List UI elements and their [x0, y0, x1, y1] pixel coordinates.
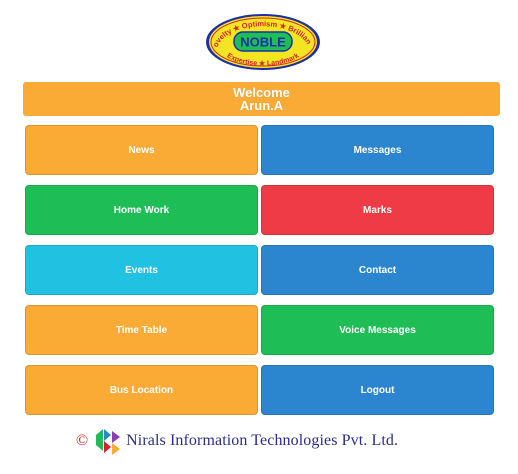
logo-center-text: NOBLE: [240, 35, 286, 50]
voice-messages-label: Voice Messages: [339, 324, 416, 336]
logout-label: Logout: [360, 384, 395, 396]
events-label: Events: [125, 264, 158, 276]
voice-messages-button[interactable]: Voice Messages: [261, 305, 494, 355]
home-work-label: Home Work: [113, 204, 170, 216]
footer: © Nirals Information Technologies Pvt. L…: [76, 425, 398, 457]
copyright-symbol: ©: [76, 432, 89, 449]
bus-location-label: Bus Location: [109, 384, 174, 396]
events-button[interactable]: Events: [25, 245, 258, 295]
contact-label: Contact: [358, 264, 397, 276]
company-name: Nirals Information Technologies Pvt. Ltd…: [126, 432, 399, 449]
nirals-logo-icon: [96, 429, 121, 455]
welcome-user-name: Arun.A: [239, 98, 284, 113]
bus-location-button[interactable]: Bus Location: [25, 365, 258, 415]
messages-button[interactable]: Messages: [261, 125, 494, 175]
messages-label: Messages: [353, 144, 402, 156]
news-button[interactable]: News: [25, 125, 258, 175]
news-label: News: [128, 144, 155, 156]
contact-button[interactable]: Contact: [261, 245, 494, 295]
time-table-button[interactable]: Time Table: [25, 305, 258, 355]
logout-button[interactable]: Logout: [261, 365, 494, 415]
home-work-button[interactable]: Home Work: [25, 185, 258, 235]
marks-button[interactable]: Marks: [261, 185, 494, 235]
time-table-label: Time Table: [115, 324, 168, 336]
marks-label: Marks: [363, 204, 392, 216]
welcome-banner: Welcome Arun.A: [23, 82, 500, 116]
noble-school-logo: Novelty ★ Optimism ★ Brilliance Expertis…: [204, 12, 320, 70]
